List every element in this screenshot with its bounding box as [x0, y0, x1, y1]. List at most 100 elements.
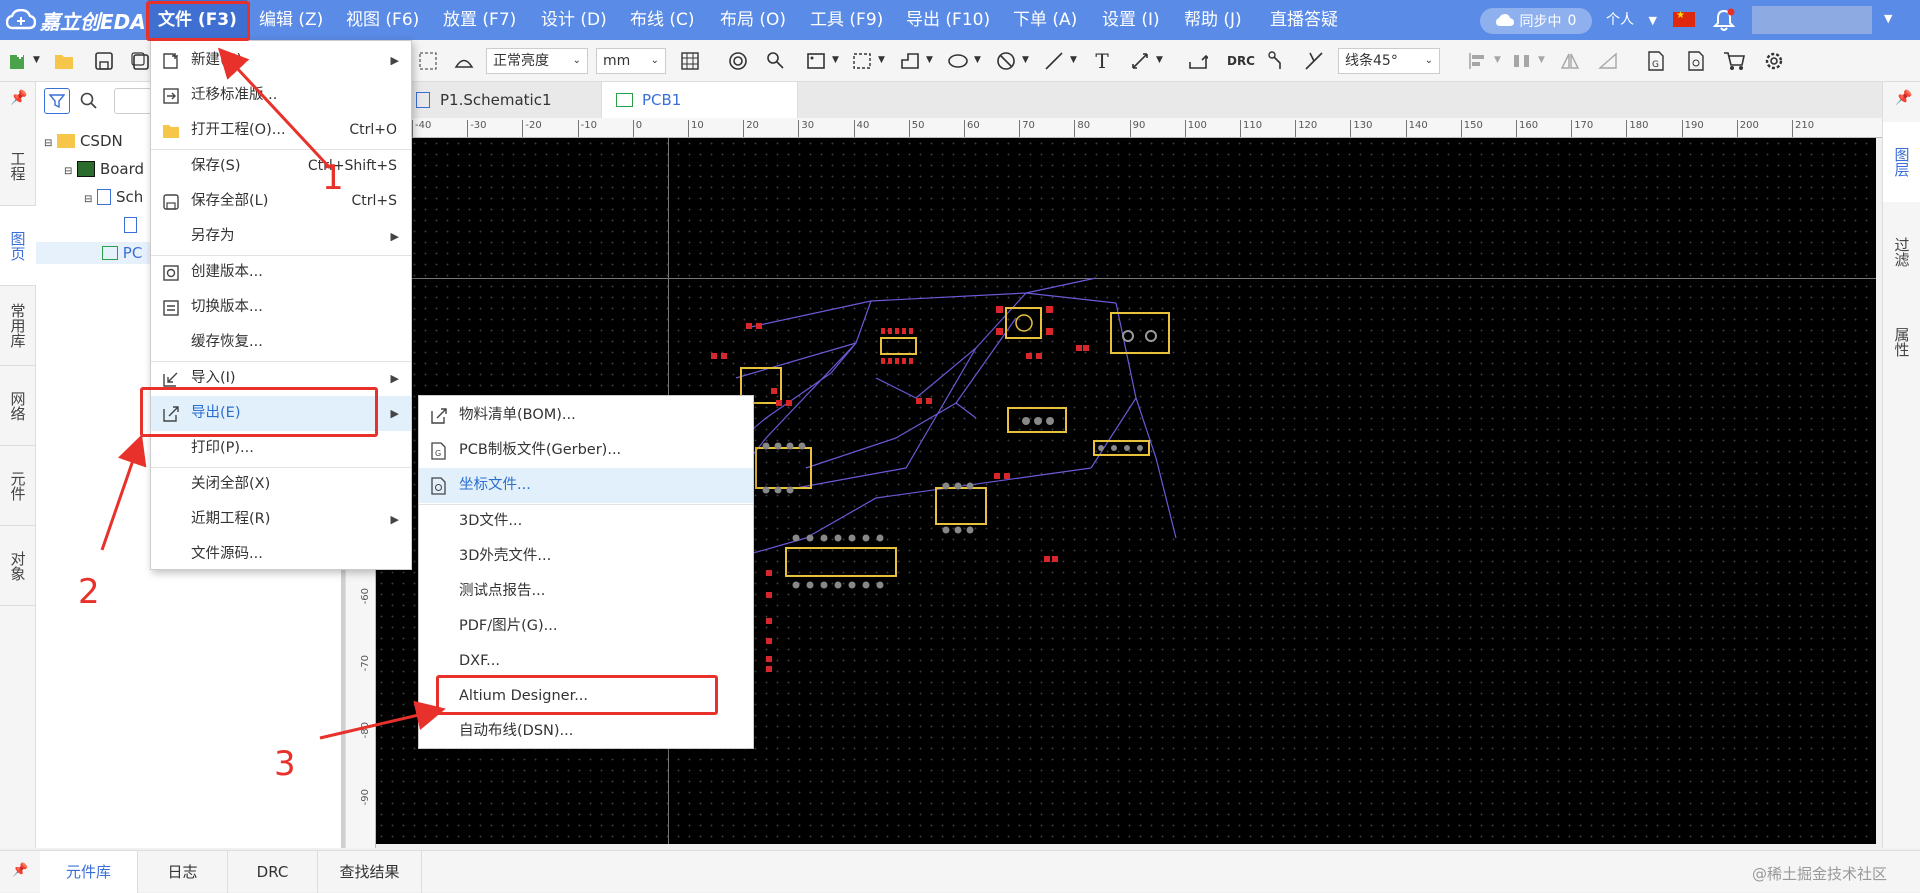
nav-components[interactable]: 元件 — [0, 446, 36, 526]
nav-project[interactable]: 工程 — [0, 126, 36, 206]
export-item-pdf-image[interactable]: PDF/图片(G)... — [419, 609, 753, 644]
pin-icon[interactable]: 📌 — [1895, 90, 1912, 106]
tree-node-schematic[interactable]: ⊟ Sch — [84, 186, 143, 208]
pad-icon[interactable] — [764, 49, 788, 73]
sync-status-button[interactable]: 同步中 0 — [1480, 8, 1592, 34]
menu-item-create-version[interactable]: 创建版本... — [151, 255, 411, 290]
menu-item-save-all[interactable]: 保存全部(L) Ctrl+S — [151, 184, 411, 219]
export-item-3d[interactable]: 3D文件... — [419, 504, 753, 539]
menu-edit[interactable]: 编辑 (Z) — [259, 0, 323, 40]
route-single-icon[interactable] — [1266, 49, 1290, 73]
menu-layout[interactable]: 布局 (O) — [720, 0, 786, 40]
nav-pages[interactable]: 图页 — [0, 206, 36, 286]
chevron-down-icon[interactable]: ▼ — [832, 55, 839, 65]
menu-item-close-all[interactable]: 关闭全部(X) — [151, 467, 411, 502]
menu-item-cache-recover[interactable]: 缓存恢复... — [151, 325, 411, 360]
chevron-down-icon[interactable]: ▼ — [974, 55, 981, 65]
distribute-icon[interactable] — [1510, 49, 1534, 73]
route-track-icon[interactable] — [1186, 49, 1210, 73]
save-all-icon[interactable] — [128, 49, 152, 73]
coordinate-file-icon[interactable] — [1684, 49, 1708, 73]
menu-item-migrate[interactable]: 迁移标准版... — [151, 78, 411, 113]
export-item-coordinate[interactable]: 坐标文件... — [419, 468, 753, 503]
chevron-down-icon[interactable]: ▼ — [1156, 55, 1163, 65]
chevron-down-icon[interactable]: ▼ — [878, 55, 885, 65]
pin-icon[interactable]: 📌 — [12, 863, 28, 878]
region-icon[interactable] — [850, 49, 874, 73]
dimension-icon[interactable] — [1128, 49, 1152, 73]
export-item-dsn[interactable]: 自动布线(DSN)... — [419, 714, 753, 749]
china-flag-icon[interactable]: ★ — [1673, 10, 1695, 27]
tree-node-board[interactable]: ⊟ Board — [64, 158, 144, 180]
drc-button[interactable]: DRC — [1226, 49, 1256, 73]
menu-design[interactable]: 设计 (D) — [541, 0, 607, 40]
forbidden-region-icon[interactable] — [994, 49, 1018, 73]
pin-icon[interactable]: 📌 — [10, 90, 27, 106]
menu-place[interactable]: 放置 (F7) — [443, 0, 516, 40]
menu-item-save[interactable]: 保存(S) Ctrl+Shift+S — [151, 149, 411, 184]
brightness-select[interactable]: 正常亮度 ⌄ — [486, 48, 588, 74]
save-icon[interactable] — [92, 49, 116, 73]
ellipse-icon[interactable] — [946, 49, 970, 73]
menu-item-file-source[interactable]: 文件源码... — [151, 537, 411, 572]
route-diff-icon[interactable] — [1302, 49, 1326, 73]
menu-live-qa[interactable]: 直播答疑 — [1270, 0, 1338, 40]
chevron-down-icon[interactable]: ▼ — [1884, 12, 1892, 25]
mirror-v-icon[interactable] — [1596, 49, 1620, 73]
chevron-down-icon[interactable]: ▼ — [926, 55, 933, 65]
gerber-export-icon[interactable]: G — [1644, 49, 1668, 73]
app-logo[interactable]: 嘉立创EDA — [6, 0, 146, 40]
nav-filter[interactable]: 过滤 — [1883, 212, 1920, 292]
align-left-icon[interactable] — [1466, 49, 1490, 73]
nav-properties[interactable]: 属性 — [1883, 302, 1920, 382]
menu-route[interactable]: 布线 (C) — [630, 0, 695, 40]
menu-tools[interactable]: 工具 (F9) — [810, 0, 883, 40]
menu-help[interactable]: 帮助 (J) — [1184, 0, 1242, 40]
chevron-down-icon[interactable]: ▼ — [1538, 55, 1545, 65]
cart-icon[interactable] — [1722, 49, 1746, 73]
export-item-3d-shell[interactable]: 3D外壳文件... — [419, 539, 753, 574]
user-menu[interactable]: 个人 ▼ — [1606, 0, 1657, 40]
nav-objects[interactable]: 对象 — [0, 526, 36, 606]
menu-item-open-project[interactable]: 打开工程(O)... Ctrl+O — [151, 113, 411, 148]
tab-find-results[interactable]: 查找结果 — [318, 851, 422, 893]
menu-item-switch-version[interactable]: 切换版本... — [151, 290, 411, 325]
nav-common-library[interactable]: 常用库 — [0, 286, 36, 366]
menu-order[interactable]: 下单 (A) — [1013, 0, 1077, 40]
line-icon[interactable] — [1042, 49, 1066, 73]
avatar[interactable] — [1752, 6, 1872, 34]
export-item-gerber[interactable]: G PCB制板文件(Gerber)... — [419, 433, 753, 468]
grid-icon[interactable] — [678, 49, 702, 73]
tab-component-library[interactable]: 元件库 — [40, 851, 138, 893]
menu-item-new[interactable]: 新建(N) ▶ — [151, 43, 411, 78]
menu-item-save-as[interactable]: 另存为 ▶ — [151, 219, 411, 254]
search-icon[interactable] — [80, 92, 98, 114]
menu-settings[interactable]: 设置 (I) — [1102, 0, 1160, 40]
export-item-test-point[interactable]: 测试点报告... — [419, 574, 753, 609]
chevron-down-icon[interactable]: ▼ — [1070, 55, 1077, 65]
export-item-dxf[interactable]: DXF... — [419, 644, 753, 679]
nav-nets[interactable]: 网络 — [0, 366, 36, 446]
nav-layers[interactable]: 图层 — [1883, 122, 1920, 202]
filter-icon[interactable] — [44, 88, 70, 114]
board-outline-icon[interactable] — [898, 49, 922, 73]
tab-log[interactable]: 日志 — [138, 851, 228, 893]
brightness-icon[interactable] — [452, 49, 476, 73]
chevron-down-icon[interactable]: ▼ — [1494, 55, 1501, 65]
chevron-down-icon[interactable]: ▼ — [1022, 55, 1029, 65]
menu-item-recent-projects[interactable]: 近期工程(R) ▶ — [151, 502, 411, 537]
text-icon[interactable]: T — [1090, 49, 1114, 73]
gear-icon[interactable] — [1762, 49, 1786, 73]
bell-icon[interactable] — [1712, 8, 1736, 32]
route-mode-select[interactable]: 线条45° ⌄ — [1338, 48, 1440, 74]
new-file-icon[interactable] — [6, 49, 30, 73]
tree-node-project[interactable]: ⊟ CSDN — [44, 130, 123, 152]
menu-view[interactable]: 视图 (F6) — [346, 0, 419, 40]
open-folder-icon[interactable] — [52, 49, 76, 73]
unit-select[interactable]: mm ⌄ — [596, 48, 666, 74]
tree-node-sheet[interactable] — [124, 214, 137, 236]
menu-export[interactable]: 导出 (F10) — [906, 0, 990, 40]
via-icon[interactable] — [726, 49, 750, 73]
export-item-bom[interactable]: 物料清单(BOM)... — [419, 398, 753, 433]
mirror-h-icon[interactable] — [1558, 49, 1582, 73]
